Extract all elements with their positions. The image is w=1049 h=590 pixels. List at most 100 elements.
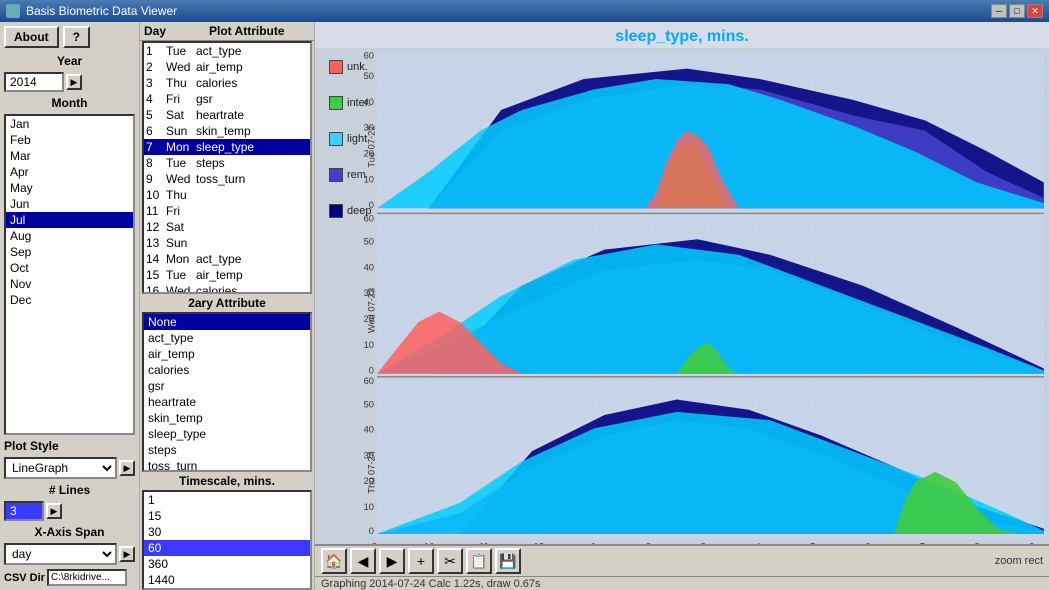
svg-text:10p: 10p (424, 541, 440, 544)
plot-style-scroll[interactable]: ▶ (119, 460, 135, 476)
timescale-item[interactable]: 1440 (144, 572, 310, 588)
month-item-sep[interactable]: Sep (6, 244, 133, 260)
minimize-button[interactable]: ─ (991, 4, 1007, 18)
secondary-item[interactable]: act_type (144, 330, 310, 346)
month-item-oct[interactable]: Oct (6, 260, 133, 276)
chart-panel: sleep_type, mins. (315, 22, 1049, 590)
svg-text:12a: 12a (534, 541, 550, 544)
secondary-item[interactable]: air_temp (144, 346, 310, 362)
day-item[interactable]: 6Sunskin_temp (144, 123, 310, 139)
month-item-apr[interactable]: Apr (6, 164, 133, 180)
svg-text:0: 0 (369, 366, 374, 376)
month-item-jul[interactable]: Jul (6, 212, 133, 228)
legend-item: inter. (329, 96, 371, 110)
timescale-list: 11530603601440 (142, 490, 312, 590)
secondary-item[interactable]: heartrate (144, 394, 310, 410)
month-item-aug[interactable]: Aug (6, 228, 133, 244)
x-axis-select[interactable]: dayweekmonth (4, 543, 117, 565)
day-item[interactable]: 14Monact_type (144, 251, 310, 267)
day-item[interactable]: 1Tueact_type (144, 43, 310, 59)
next-button[interactable]: ▶ (379, 548, 405, 574)
year-input[interactable] (4, 72, 64, 92)
close-button[interactable]: ✕ (1027, 4, 1043, 18)
app-title: Basis Biometric Data Viewer (26, 4, 177, 18)
lines-input[interactable] (4, 501, 44, 521)
month-item-feb[interactable]: Feb (6, 132, 133, 148)
secondary-item[interactable]: calories (144, 362, 310, 378)
day-item[interactable]: 8Tuesteps (144, 155, 310, 171)
chart-area: Tue 07-22 Wed 07-23 Thu 07-24 0 10 20 30… (315, 48, 1049, 544)
home-button[interactable]: 🏠 (321, 548, 347, 574)
month-item-nov[interactable]: Nov (6, 276, 133, 292)
day-item[interactable]: 15Tueair_temp (144, 267, 310, 283)
zoom-label: zoom rect (995, 555, 1043, 567)
svg-text:7a: 7a (920, 541, 931, 544)
legend-color (329, 168, 343, 182)
svg-text:5a: 5a (810, 541, 821, 544)
timescale-item[interactable]: 60 (144, 540, 310, 556)
svg-text:20: 20 (364, 476, 374, 486)
plot-style-label: Plot Style (4, 439, 135, 453)
day-item[interactable]: 4Frigsr (144, 91, 310, 107)
legend-label: light (347, 133, 367, 145)
legend-label: rem (347, 169, 366, 181)
day-item[interactable]: 3Thucalories (144, 75, 310, 91)
svg-text:4a: 4a (755, 541, 766, 544)
svg-text:10: 10 (364, 340, 374, 350)
secondary-item[interactable]: toss_turn (144, 458, 310, 472)
secondary-item[interactable]: steps (144, 442, 310, 458)
lines-scroll[interactable]: ▶ (46, 503, 62, 519)
secondary-list: Noneact_typeair_tempcaloriesgsrheartrate… (142, 312, 312, 472)
timescale-item[interactable]: 1 (144, 492, 310, 508)
x-axis-scroll[interactable]: ▶ (119, 546, 135, 562)
svg-text:8a: 8a (975, 541, 986, 544)
app-icon (6, 4, 20, 18)
plot-style-select[interactable]: LineGraphBarGraph (4, 457, 117, 479)
maximize-button[interactable]: □ (1009, 4, 1025, 18)
svg-text:30: 30 (364, 450, 374, 460)
save-button[interactable]: 💾 (495, 548, 521, 574)
month-item-mar[interactable]: Mar (6, 148, 133, 164)
day-item[interactable]: 11Fri (144, 203, 310, 219)
svg-text:40: 40 (364, 262, 374, 272)
timescale-item[interactable]: 30 (144, 524, 310, 540)
day-list-header: Day Plot Attribute (140, 22, 314, 41)
day-item[interactable]: 2Wedair_temp (144, 59, 310, 75)
cut-button[interactable]: ✂ (437, 548, 463, 574)
month-item-dec[interactable]: Dec (6, 292, 133, 308)
help-button[interactable]: ? (63, 26, 90, 48)
year-scroll-btn[interactable]: ▶ (66, 74, 82, 90)
titlebar-controls: ─ □ ✕ (991, 4, 1043, 18)
copy-button[interactable]: 📋 (466, 548, 492, 574)
prev-button[interactable]: ◀ (350, 548, 376, 574)
legend-color (329, 60, 343, 74)
svg-text:0: 0 (369, 526, 374, 536)
day-item[interactable]: 12Sat (144, 219, 310, 235)
day-item[interactable]: 13Sun (144, 235, 310, 251)
timescale-item[interactable]: 360 (144, 556, 310, 572)
day-item[interactable]: 10Thu (144, 187, 310, 203)
secondary-item[interactable]: sleep_type (144, 426, 310, 442)
x-axis-row: dayweekmonth ▶ (4, 543, 135, 565)
titlebar: Basis Biometric Data Viewer ─ □ ✕ (0, 0, 1049, 22)
month-item-jan[interactable]: Jan (6, 116, 133, 132)
csv-input[interactable] (47, 569, 127, 586)
secondary-item[interactable]: skin_temp (144, 410, 310, 426)
chart-wrapper: sleep_type, mins. (315, 22, 1049, 544)
day-item[interactable]: 9Wedtoss_turn (144, 171, 310, 187)
day-item[interactable]: 16Wedcalories (144, 283, 310, 294)
svg-text:50: 50 (364, 236, 374, 246)
legend-item: unk. (329, 60, 371, 74)
day-item[interactable]: 5Satheartrate (144, 107, 310, 123)
svg-text:9a: 9a (1029, 541, 1040, 544)
status-bar: Graphing 2014-07-24 Calc 1.22s, draw 0.6… (315, 576, 1049, 590)
secondary-item[interactable]: None (144, 314, 310, 330)
timescale-item[interactable]: 15 (144, 508, 310, 524)
zoom-button[interactable]: + (408, 548, 434, 574)
svg-text:20: 20 (364, 314, 374, 324)
month-item-may[interactable]: May (6, 180, 133, 196)
month-item-jun[interactable]: Jun (6, 196, 133, 212)
about-button[interactable]: About (4, 26, 59, 48)
day-item[interactable]: 7Monsleep_type (144, 139, 310, 155)
secondary-item[interactable]: gsr (144, 378, 310, 394)
